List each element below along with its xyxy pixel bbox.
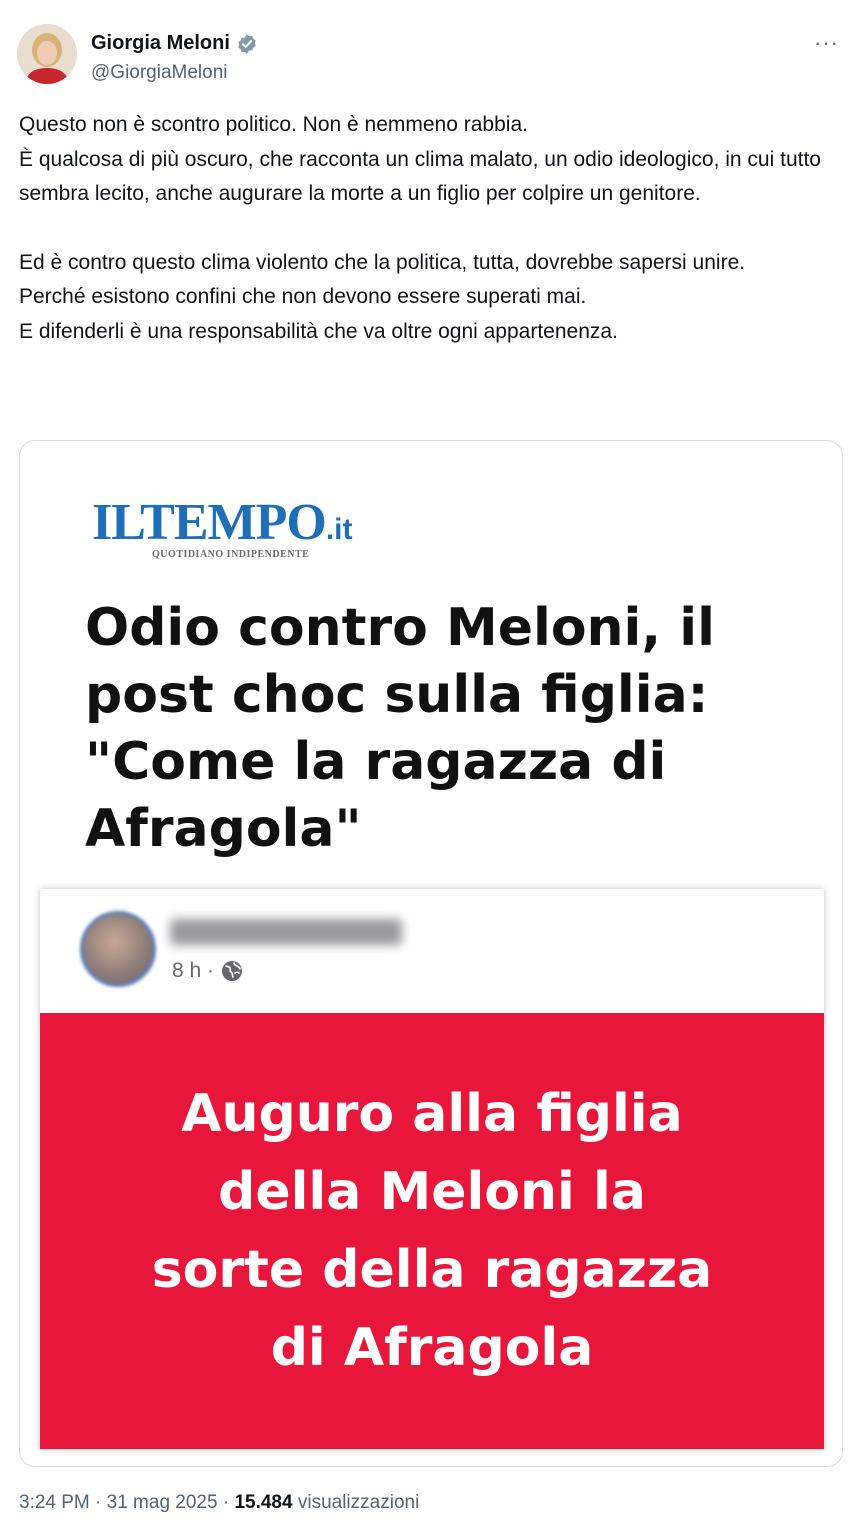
attached-image[interactable]: ILTEMPO.it QUOTIDIANO INDIPENDENTE Odio … bbox=[19, 440, 843, 1467]
post-message-line: della Meloni la bbox=[218, 1162, 646, 1222]
author-handle[interactable]: @GiorgiaMeloni bbox=[91, 62, 228, 84]
globe-icon bbox=[222, 961, 243, 981]
verified-badge-icon bbox=[238, 33, 256, 54]
tweet-footer: 3:24 PM · 31 mag 2025 · 15.484 visualizz… bbox=[19, 1492, 419, 1514]
author-avatar[interactable] bbox=[17, 24, 77, 84]
more-options-button[interactable]: ··· bbox=[814, 30, 839, 56]
views-count: 15.484 bbox=[234, 1492, 293, 1513]
tweet-header: Giorgia Meloni @GiorgiaMeloni ··· bbox=[17, 24, 845, 88]
tweet-line: Questo non è scontro politico. Non è nem… bbox=[19, 113, 528, 136]
tweet-line: Ed è contro questo clima violento che la… bbox=[19, 250, 746, 274]
headline-line: "Come la ragazza di bbox=[85, 732, 667, 792]
tweet-line: Perché esistono confini che non devono e… bbox=[19, 285, 587, 308]
headline-line: post choc sulla figlia: bbox=[85, 665, 709, 725]
headline-line: Afragola" bbox=[85, 799, 362, 859]
avatar-image bbox=[17, 24, 77, 84]
headline-line: Odio contro Meloni, il bbox=[85, 598, 715, 658]
blurred-avatar bbox=[80, 911, 156, 987]
post-time: 8 h · bbox=[172, 959, 244, 983]
article-headline: Odio contro Meloni, il post choc sulla f… bbox=[85, 595, 805, 863]
post-timestamp[interactable]: 3:24 PM · 31 mag 2025 · bbox=[19, 1492, 234, 1513]
author-name[interactable]: Giorgia Meloni bbox=[91, 32, 230, 55]
facebook-post-screenshot: 8 h · Auguro alla figlia della Meloni la… bbox=[40, 889, 824, 1449]
blurred-username bbox=[170, 919, 402, 945]
author-name-row: Giorgia Meloni bbox=[91, 32, 258, 55]
post-time-text: 8 h · bbox=[172, 959, 215, 982]
newspaper-logo: ILTEMPO.it QUOTIDIANO INDIPENDENTE bbox=[92, 493, 353, 560]
post-message-line: sorte della ragazza bbox=[151, 1240, 713, 1300]
logo-tld-text: .it bbox=[325, 513, 353, 546]
post-message-box: Auguro alla figlia della Meloni la sorte… bbox=[40, 1013, 824, 1449]
views-label: visualizzazioni bbox=[292, 1492, 420, 1513]
logo-subtitle: QUOTIDIANO INDIPENDENTE bbox=[152, 549, 310, 560]
tweet-line: È qualcosa di più oscuro, che racconta u… bbox=[19, 147, 821, 206]
logo-main-text: ILTEMPO bbox=[92, 494, 327, 551]
tweet-text: Questo non è scontro politico. Non è nem… bbox=[19, 108, 849, 349]
tweet-line: E difenderli è una responsabilità che va… bbox=[19, 319, 618, 343]
post-message-line: Auguro alla figlia bbox=[181, 1084, 683, 1144]
post-message-line: di Afragola bbox=[270, 1318, 594, 1378]
